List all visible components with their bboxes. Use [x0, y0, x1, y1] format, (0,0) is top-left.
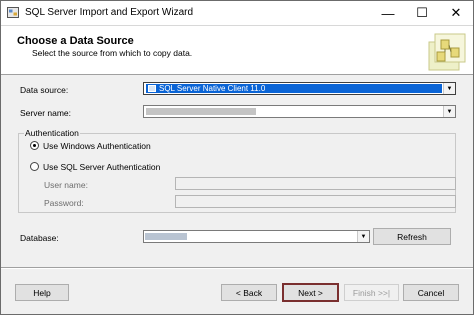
chevron-down-icon[interactable]: ▼ — [443, 106, 455, 117]
sql-auth-radio[interactable] — [30, 162, 39, 171]
data-transfer-graphic — [428, 33, 466, 71]
data-source-selection: SQL Server Native Client 11.0 — [146, 84, 442, 93]
refresh-button[interactable]: Refresh — [373, 228, 451, 245]
chevron-down-icon[interactable]: ▼ — [357, 231, 369, 242]
user-name-label: User name: — [44, 180, 88, 190]
data-source-value: SQL Server Native Client 11.0 — [159, 84, 266, 93]
close-button[interactable]: ✕ — [439, 1, 473, 25]
page-subtitle: Select the source from which to copy dat… — [32, 48, 193, 58]
back-button[interactable]: < Back — [221, 284, 277, 301]
maximize-button[interactable]: ☐ — [405, 1, 439, 25]
minimize-button[interactable]: — — [371, 1, 405, 25]
password-label: Password: — [44, 198, 84, 208]
minimize-icon: — — [381, 5, 395, 21]
server-name-value — [146, 108, 256, 115]
wizard-window: SQL Server Import and Export Wizard — ☐ … — [0, 0, 474, 315]
user-name-field[interactable] — [175, 177, 456, 190]
cancel-button[interactable]: Cancel — [403, 284, 459, 301]
window-title: SQL Server Import and Export Wizard — [25, 7, 194, 18]
help-button[interactable]: Help — [15, 284, 69, 301]
data-source-dropdown[interactable]: SQL Server Native Client 11.0 ▼ — [143, 82, 456, 95]
page-title: Choose a Data Source — [17, 35, 134, 47]
close-icon: ✕ — [450, 5, 462, 20]
page-header: Choose a Data Source Select the source f… — [1, 25, 473, 75]
chevron-down-icon[interactable]: ▼ — [443, 83, 455, 94]
windows-auth-label[interactable]: Use Windows Authentication — [43, 141, 151, 151]
sql-auth-label[interactable]: Use SQL Server Authentication — [43, 162, 160, 172]
password-field[interactable] — [175, 195, 456, 208]
wizard-app-icon — [7, 7, 19, 18]
server-name-dropdown[interactable]: ▼ — [143, 105, 456, 118]
next-button[interactable]: Next > — [282, 283, 339, 302]
server-name-label: Server name: — [20, 108, 72, 118]
title-bar[interactable]: SQL Server Import and Export Wizard — ☐ … — [1, 1, 473, 25]
finish-button[interactable]: Finish >>| — [344, 284, 399, 301]
windows-auth-radio[interactable] — [30, 141, 39, 150]
database-label: Database: — [20, 233, 59, 243]
server-icon — [148, 85, 156, 92]
database-dropdown[interactable]: ▼ — [143, 230, 370, 243]
authentication-group-label: Authentication — [24, 128, 80, 138]
footer-divider-highlight — [1, 268, 473, 269]
data-source-label: Data source: — [20, 85, 69, 95]
database-value — [145, 233, 187, 240]
maximize-icon: ☐ — [416, 5, 428, 20]
